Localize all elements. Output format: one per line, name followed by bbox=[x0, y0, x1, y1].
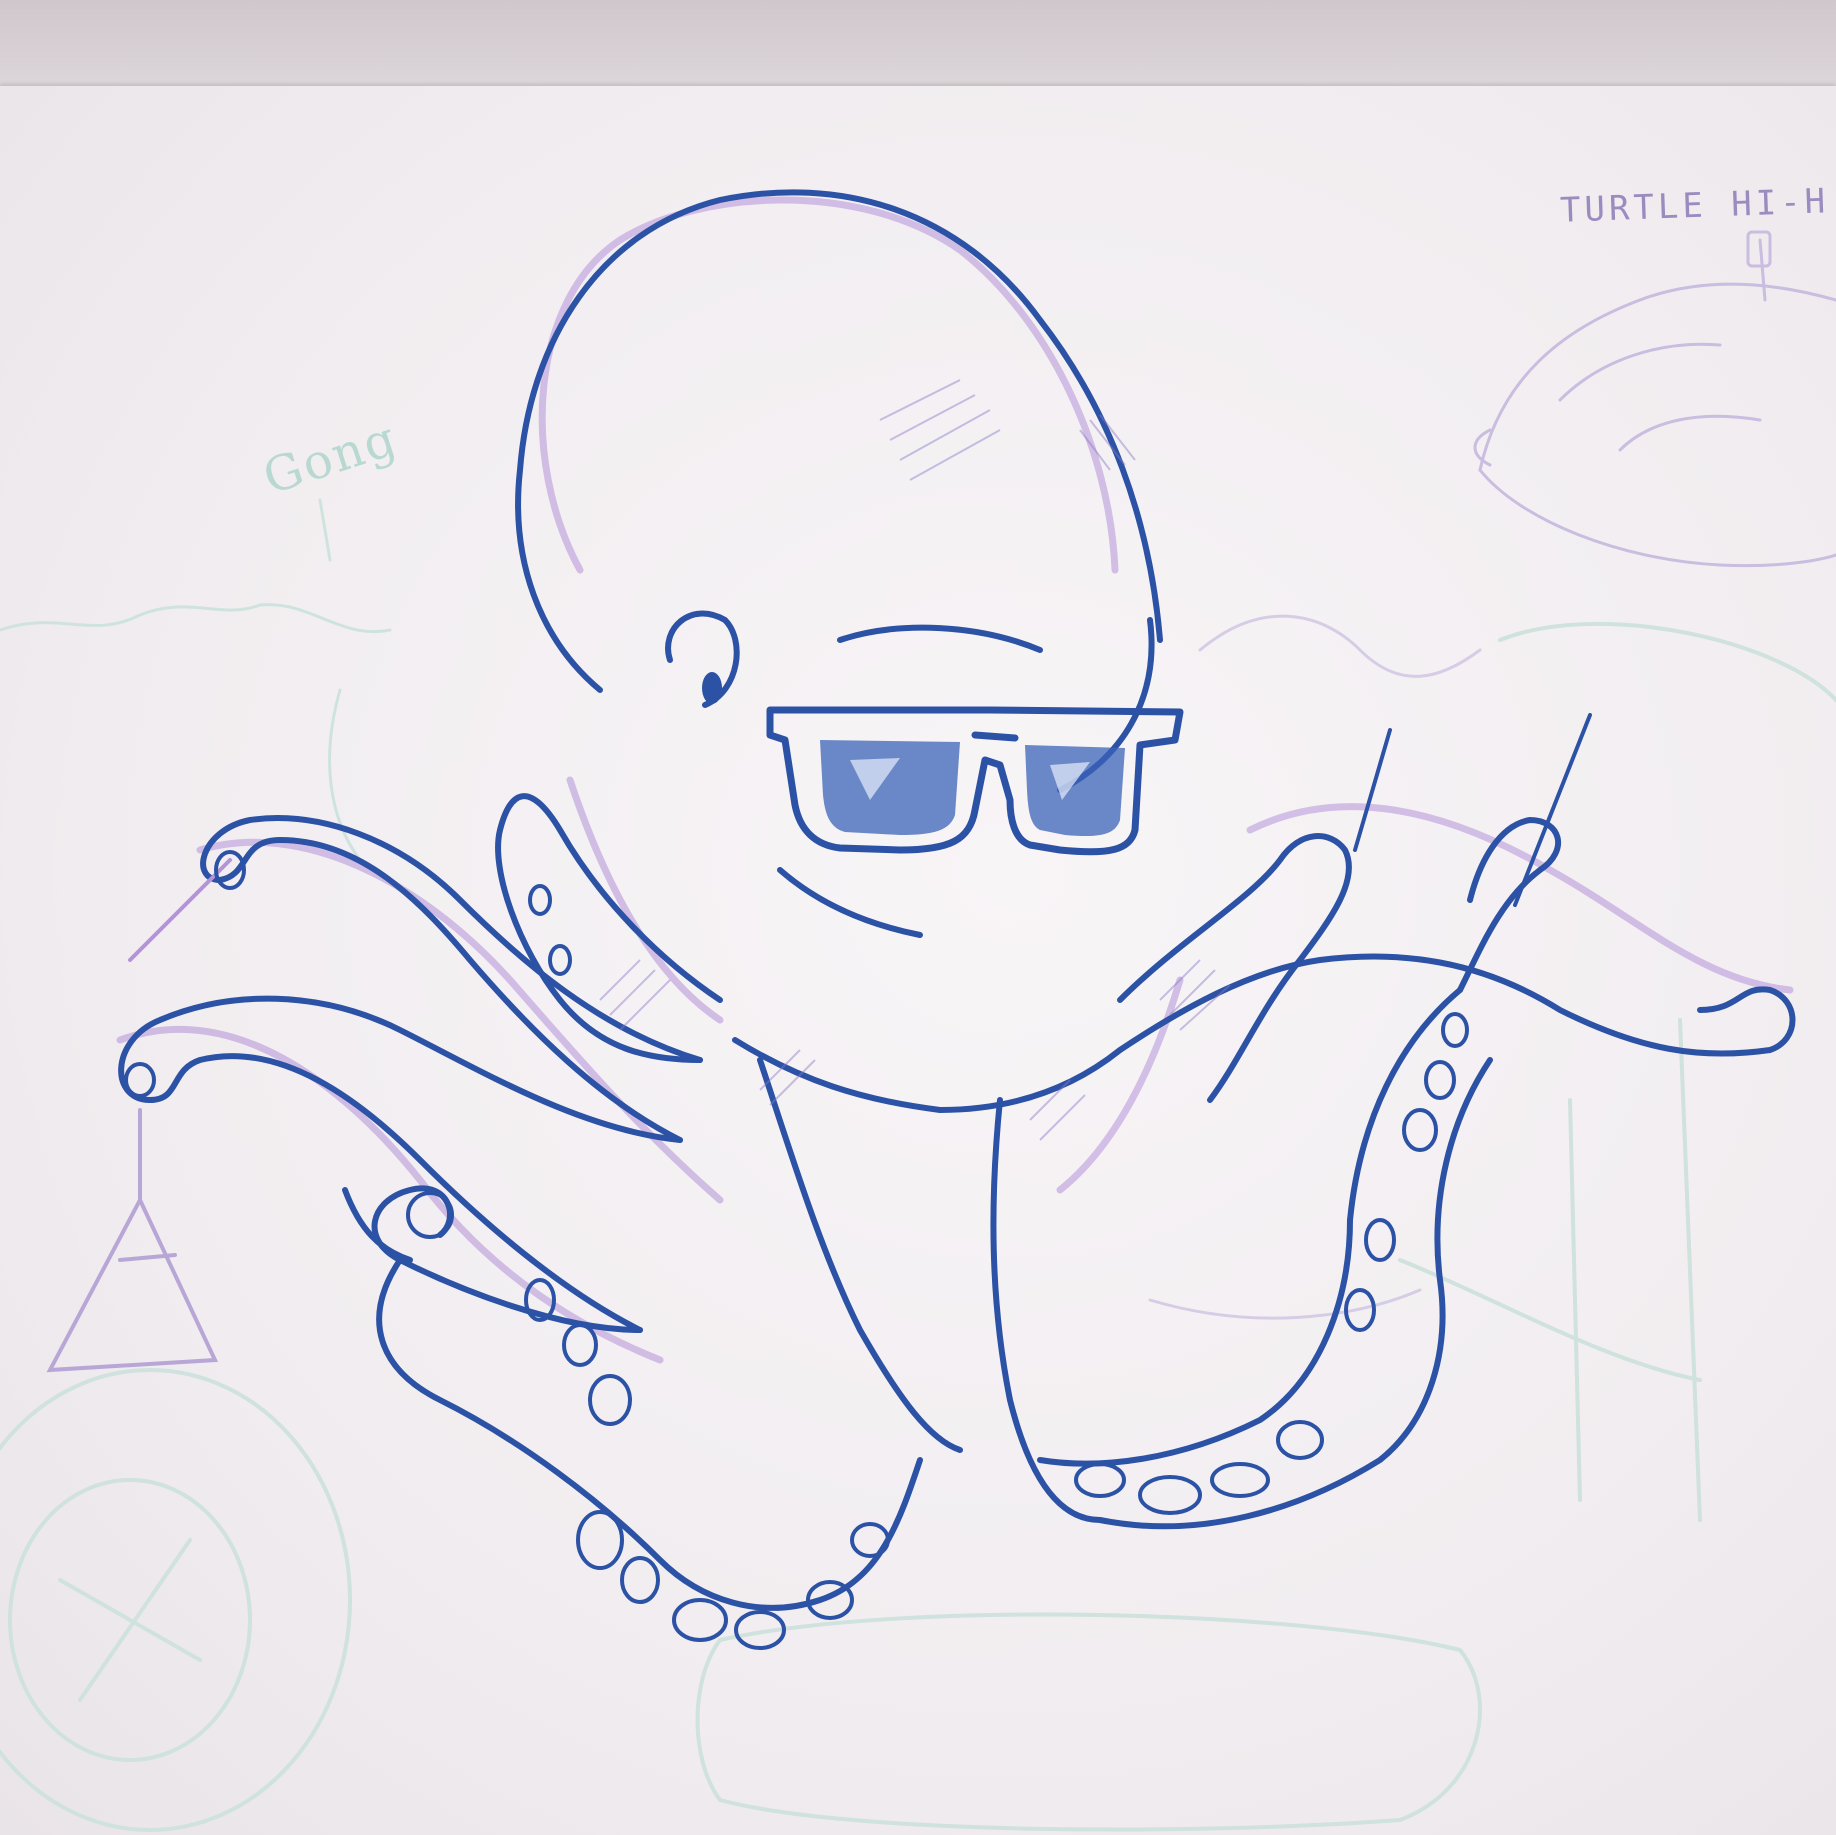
drumstick-left bbox=[1353, 728, 1392, 852]
gong-sketch bbox=[0, 498, 392, 862]
octopus-drawing bbox=[0, 189, 1836, 1832]
tentacle-far-left bbox=[118, 995, 683, 1333]
tentacle-right bbox=[1117, 953, 1796, 1057]
triangle-sketch bbox=[46, 1108, 219, 1373]
turtle-hihat-sketch bbox=[1473, 230, 1836, 568]
tentacle-center-left bbox=[757, 1057, 963, 1453]
photo-stage: TURTLE HI-H Gong bbox=[0, 0, 1836, 1835]
tentacle-curled bbox=[371, 1185, 923, 1611]
drumstick-right bbox=[1513, 713, 1592, 907]
octopus-head bbox=[515, 189, 1163, 693]
tentacle-left bbox=[200, 815, 703, 1143]
guide-lines bbox=[1148, 614, 1482, 1320]
